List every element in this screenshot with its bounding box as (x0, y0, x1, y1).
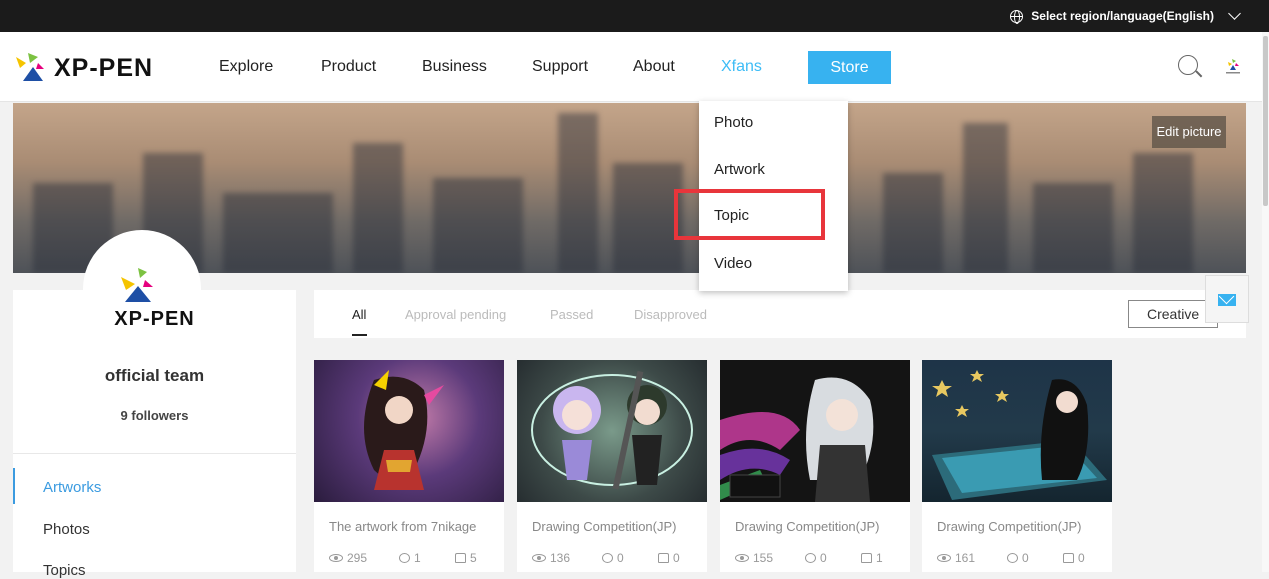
menu-item-video[interactable]: Video (714, 255, 752, 272)
nav-business[interactable]: Business (422, 58, 487, 76)
sidebar-item-topics[interactable]: Topics (43, 562, 86, 579)
logo-mark-icon (16, 53, 44, 81)
view-count: 295 (347, 551, 368, 565)
main-nav: XP-PEN Explore Product Business Support … (0, 32, 1269, 102)
artwork-title[interactable]: Drawing Competition(JP) (937, 519, 1082, 534)
artwork-title[interactable]: Drawing Competition(JP) (532, 519, 677, 534)
artwork-stats: 295 1 5 (329, 551, 477, 565)
artwork-stats: 136 0 0 (532, 551, 680, 565)
artwork-card[interactable]: The artwork from 7nikage 295 1 5 (314, 360, 504, 572)
follower-count: 9 followers (120, 408, 189, 423)
comment-icon[interactable] (602, 553, 613, 563)
like-icon[interactable] (861, 553, 872, 563)
like-count: 1 (876, 551, 883, 565)
view-count: 161 (955, 551, 976, 565)
like-icon[interactable] (1063, 553, 1074, 563)
like-count: 5 (470, 551, 477, 565)
views-icon (735, 554, 749, 562)
sidebar-item-artworks[interactable]: Artworks (43, 479, 101, 496)
tab-approval-pending[interactable]: Approval pending (405, 307, 506, 322)
views-icon (329, 554, 343, 562)
like-count: 0 (1078, 551, 1085, 565)
artwork-title[interactable]: Drawing Competition(JP) (735, 519, 880, 534)
comment-count: 1 (414, 551, 421, 565)
edit-picture-button[interactable]: Edit picture (1152, 116, 1226, 148)
artwork-thumbnail[interactable] (720, 360, 910, 502)
store-button[interactable]: Store (808, 51, 891, 84)
artwork-thumbnail[interactable] (314, 360, 504, 502)
artwork-stats: 161 0 0 (937, 551, 1085, 565)
logo-text: XP-PEN (54, 53, 154, 82)
search-icon[interactable] (1178, 55, 1198, 75)
scrollbar-thumb[interactable] (1263, 36, 1268, 206)
nav-xfans[interactable]: Xfans (721, 58, 762, 76)
comment-icon[interactable] (805, 553, 816, 563)
menu-item-photo[interactable]: Photo (714, 114, 753, 131)
region-label: Select region/language(English) (1031, 9, 1214, 23)
chevron-down-icon (1228, 7, 1241, 20)
message-button[interactable] (1205, 275, 1249, 323)
view-count: 136 (550, 551, 571, 565)
views-icon (937, 554, 951, 562)
like-count: 0 (673, 551, 680, 565)
nav-explore[interactable]: Explore (219, 58, 273, 76)
tab-disapproved[interactable]: Disapproved (634, 307, 707, 322)
artwork-thumbnail[interactable] (517, 360, 707, 502)
nav-product[interactable]: Product (321, 58, 376, 76)
comment-count: 0 (1022, 551, 1029, 565)
mail-icon (1218, 294, 1236, 306)
content-area: All Approval pending Passed Disapproved … (314, 290, 1246, 572)
nav-support[interactable]: Support (532, 58, 588, 76)
comment-icon[interactable] (1007, 553, 1018, 563)
region-selector[interactable]: Select region/language(English) (1010, 7, 1241, 24)
profile-panel: XP-PEN official team 9 followers Artwork… (13, 230, 296, 579)
divider (13, 453, 296, 454)
globe-icon (1010, 9, 1024, 24)
profile-name: official team (104, 366, 205, 385)
artwork-thumbnail[interactable] (922, 360, 1112, 502)
artwork-title[interactable]: The artwork from 7nikage (329, 519, 476, 534)
views-icon (532, 554, 546, 562)
artwork-card[interactable]: Drawing Competition(JP) 161 0 0 (922, 360, 1112, 572)
user-avatar[interactable] (1222, 54, 1244, 76)
like-icon[interactable] (455, 553, 466, 563)
tab-passed[interactable]: Passed (550, 307, 593, 322)
top-bar: Select region/language(English) (0, 0, 1269, 32)
menu-item-artwork[interactable]: Artwork (714, 161, 765, 178)
artwork-stats: 155 0 1 (735, 551, 883, 565)
tab-all[interactable]: All (352, 307, 366, 322)
view-count: 155 (753, 551, 774, 565)
artwork-card[interactable]: Drawing Competition(JP) 155 0 1 (720, 360, 910, 572)
comment-icon[interactable] (399, 553, 410, 563)
comment-count: 0 (617, 551, 624, 565)
xp-pen-logo[interactable]: XP-PEN (14, 53, 153, 83)
comment-count: 0 (820, 551, 827, 565)
profile-brand: XP-PEN (114, 308, 195, 330)
tab-underline (352, 334, 367, 336)
highlight-annotation (674, 189, 825, 240)
like-icon[interactable] (658, 553, 669, 563)
nav-about[interactable]: About (633, 58, 675, 76)
artwork-card[interactable]: Drawing Competition(JP) 136 0 0 (517, 360, 707, 572)
tab-bar: All Approval pending Passed Disapproved … (314, 290, 1246, 338)
active-indicator (13, 468, 15, 504)
sidebar-item-photos[interactable]: Photos (43, 521, 90, 538)
